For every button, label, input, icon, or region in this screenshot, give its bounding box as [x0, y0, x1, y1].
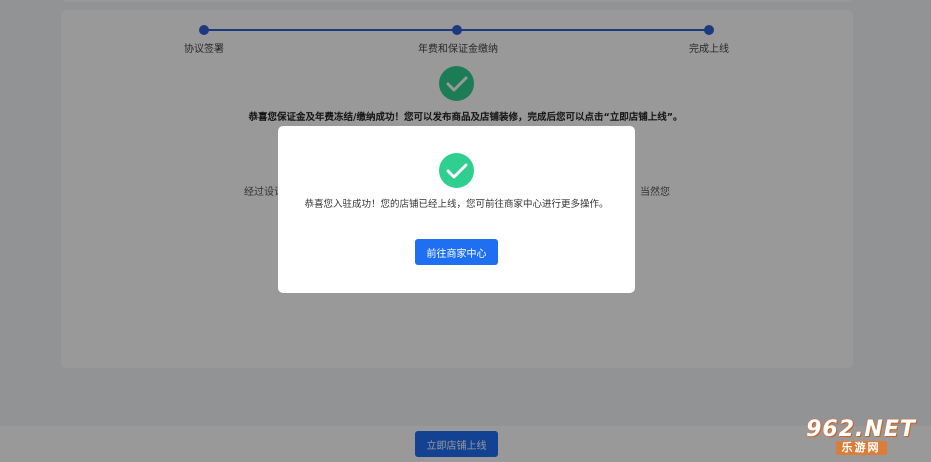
success-modal: 恭喜您入驻成功！您的店铺已经上线，您可前往商家中心进行更多操作。 前往商家中心	[278, 126, 635, 293]
merchant-center-button[interactable]: 前往商家中心	[415, 239, 498, 265]
modal-check-icon	[439, 153, 474, 188]
watermark-logo: 962.NET 乐游网	[791, 412, 931, 462]
modal-message: 恭喜您入驻成功！您的店铺已经上线，您可前往商家中心进行更多操作。	[304, 199, 609, 210]
watermark-top: 962.NET	[806, 417, 916, 442]
watermark-bottom: 乐游网	[835, 441, 887, 455]
